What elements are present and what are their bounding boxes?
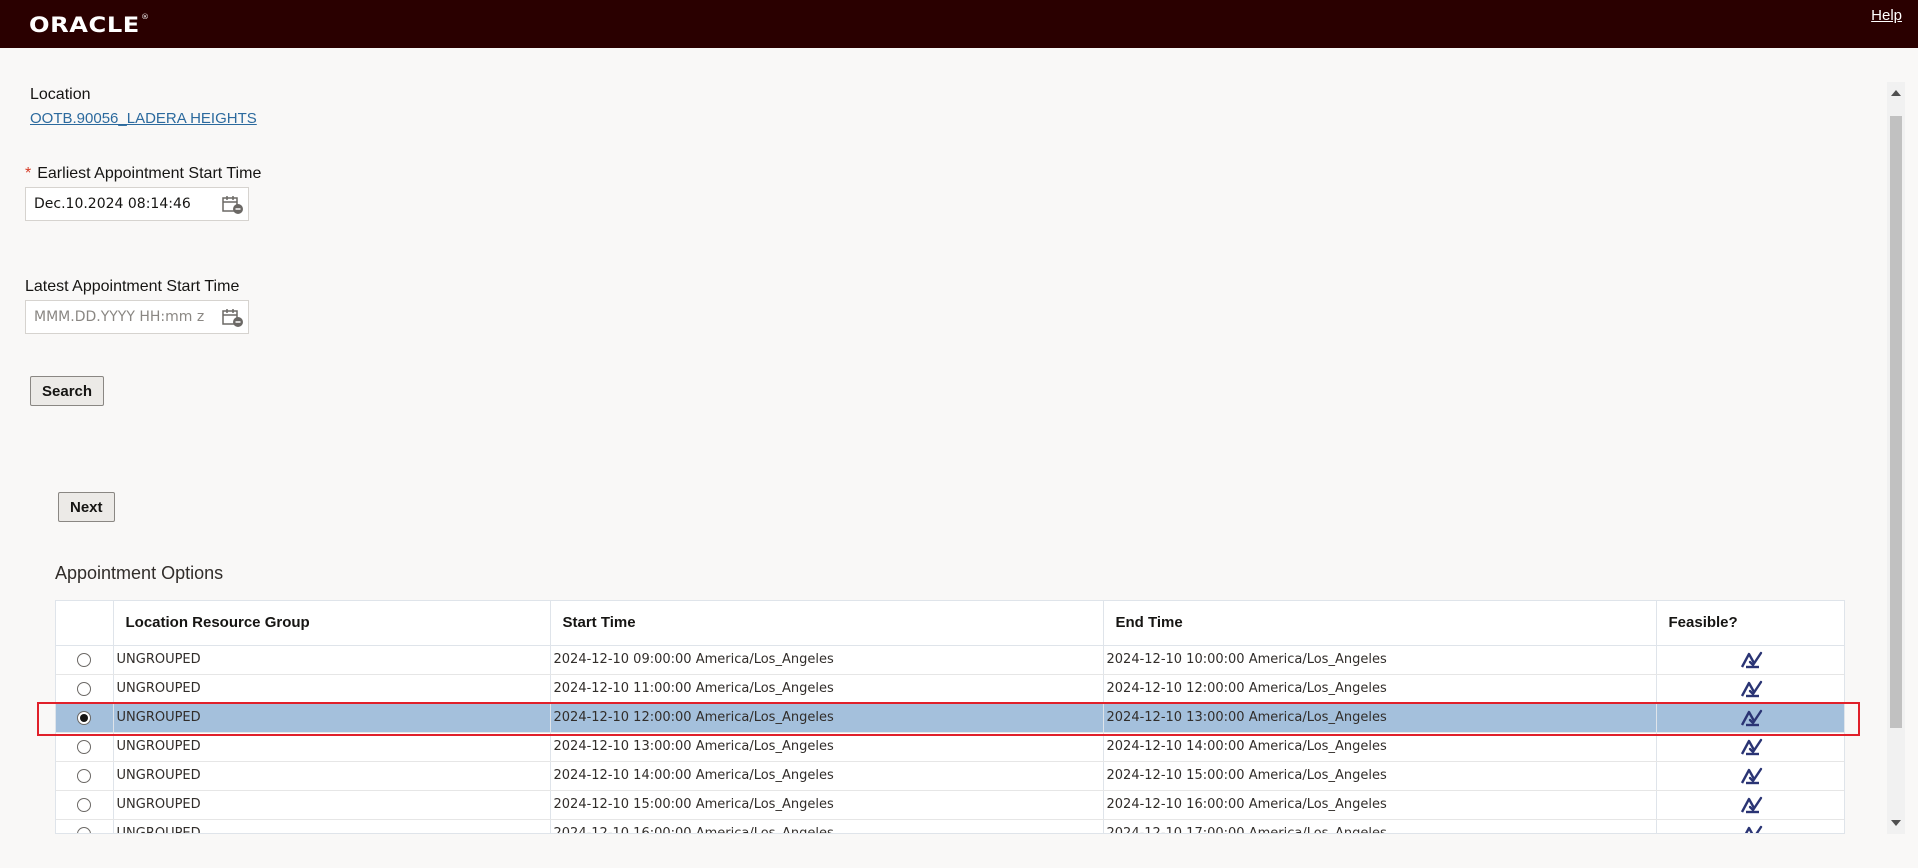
table-header-row: Location Resource Group Start Time End T… — [56, 601, 1844, 646]
row-group: UNGROUPED — [113, 761, 551, 791]
row-group: UNGROUPED — [113, 645, 551, 675]
calendar-icon[interactable] — [222, 308, 244, 328]
appointment-options-title: Appointment Options — [55, 563, 224, 583]
row-group: UNGROUPED — [113, 790, 551, 820]
row-radio-button[interactable] — [77, 652, 92, 667]
table-row[interactable]: UNGROUPED 2024-12-10 12:00:00 America/Los… — [56, 703, 1844, 733]
row-end-time: 2024-12-10 12:00:00 America/Los_Angeles — [1103, 674, 1657, 704]
row-radio-button[interactable] — [77, 710, 92, 725]
row-end-time: 2024-12-10 15:00:00 America/Los_Angeles — [1103, 761, 1657, 791]
next-button[interactable]: Next — [58, 492, 115, 522]
row-select-cell — [56, 703, 114, 733]
earliest-start-label: * Earliest Appointment Start Time — [25, 165, 262, 182]
feasible-check-icon — [1740, 709, 1763, 726]
scroll-down-arrow-icon[interactable] — [1891, 820, 1901, 826]
row-select-cell — [56, 790, 114, 820]
row-select-cell — [56, 732, 114, 762]
row-feasible-cell — [1656, 819, 1844, 833]
help-link[interactable]: Help — [1871, 7, 1902, 24]
row-start-time: 2024-12-10 11:00:00 America/Los_Angeles — [550, 674, 1104, 704]
top-bar: ORACLE® Help — [0, 0, 1918, 48]
appointment-options-table: Location Resource Group Start Time End T… — [55, 600, 1845, 834]
row-feasible-cell — [1656, 674, 1844, 704]
row-radio-button[interactable] — [77, 739, 92, 754]
latest-start-field — [25, 300, 249, 334]
row-start-time: 2024-12-10 09:00:00 America/Los_Angeles — [550, 645, 1104, 675]
latest-start-input[interactable] — [26, 301, 216, 333]
location-link[interactable]: OOTB.90056_LADERA HEIGHTS — [30, 110, 257, 127]
vertical-scrollbar[interactable] — [1887, 82, 1905, 834]
row-end-time: 2024-12-10 10:00:00 America/Los_Angeles — [1103, 645, 1657, 675]
required-indicator: * — [25, 165, 32, 182]
feasible-check-icon — [1740, 796, 1763, 813]
table-row[interactable]: UNGROUPED 2024-12-10 16:00:00 America/Los… — [56, 819, 1844, 833]
row-start-time: 2024-12-10 12:00:00 America/Los_Angeles — [550, 703, 1104, 733]
row-start-time: 2024-12-10 13:00:00 America/Los_Angeles — [550, 732, 1104, 762]
row-select-cell — [56, 761, 114, 791]
row-group: UNGROUPED — [113, 819, 551, 833]
table-row[interactable]: UNGROUPED 2024-12-10 09:00:00 America/Los… — [56, 645, 1844, 675]
row-feasible-cell — [1656, 732, 1844, 762]
row-feasible-cell — [1656, 761, 1844, 791]
scroll-up-arrow-icon[interactable] — [1891, 90, 1901, 96]
scrollbar-thumb[interactable] — [1890, 116, 1902, 728]
row-start-time: 2024-12-10 15:00:00 America/Los_Angeles — [550, 790, 1104, 820]
row-radio-button[interactable] — [77, 681, 92, 696]
feasible-check-icon — [1740, 767, 1763, 784]
row-radio-button[interactable] — [77, 768, 92, 783]
row-end-time: 2024-12-10 16:00:00 America/Los_Angeles — [1103, 790, 1657, 820]
latest-start-label: Latest Appointment Start Time — [25, 278, 240, 295]
row-select-cell — [56, 645, 114, 675]
feasible-check-icon — [1744, 825, 1763, 833]
row-group: UNGROUPED — [113, 703, 551, 733]
column-header-end[interactable]: End Time — [1103, 601, 1657, 646]
row-feasible-cell — [1656, 645, 1844, 675]
location-label: Location — [30, 86, 91, 103]
row-select-cell — [56, 819, 114, 833]
row-end-time: 2024-12-10 13:00:00 America/Los_Angeles — [1103, 703, 1657, 733]
row-group: UNGROUPED — [113, 732, 551, 762]
feasible-check-icon — [1740, 680, 1763, 697]
earliest-start-field — [25, 187, 249, 221]
row-radio-button[interactable] — [77, 797, 92, 812]
earliest-start-input[interactable] — [26, 188, 216, 220]
table-row[interactable]: UNGROUPED 2024-12-10 11:00:00 America/Los… — [56, 674, 1844, 704]
table-row[interactable]: UNGROUPED 2024-12-10 15:00:00 America/Los… — [56, 790, 1844, 820]
calendar-icon[interactable] — [222, 195, 244, 215]
row-radio-button[interactable] — [77, 826, 92, 833]
row-group: UNGROUPED — [113, 674, 551, 704]
row-feasible-cell — [1656, 703, 1844, 733]
table-row[interactable]: UNGROUPED 2024-12-10 13:00:00 America/Los… — [56, 732, 1844, 762]
column-header-start[interactable]: Start Time — [550, 601, 1104, 646]
row-end-time: 2024-12-10 17:00:00 America/Los_Angeles — [1103, 819, 1657, 833]
row-end-time: 2024-12-10 14:00:00 America/Los_Angeles — [1103, 732, 1657, 762]
row-select-cell — [56, 674, 114, 704]
oracle-logo: ORACLE® — [29, 13, 150, 37]
table-row[interactable]: UNGROUPED 2024-12-10 14:00:00 America/Los… — [56, 761, 1844, 791]
search-button[interactable]: Search — [30, 376, 105, 406]
column-header-select — [56, 601, 114, 646]
column-header-feasible[interactable]: Feasible? — [1656, 601, 1844, 646]
feasible-check-icon — [1740, 738, 1763, 755]
row-start-time: 2024-12-10 14:00:00 America/Los_Angeles — [550, 761, 1104, 791]
feasible-check-icon — [1740, 651, 1763, 668]
row-feasible-cell — [1656, 790, 1844, 820]
row-start-time: 2024-12-10 16:00:00 America/Los_Angeles — [550, 819, 1104, 833]
column-header-group[interactable]: Location Resource Group — [113, 601, 551, 646]
